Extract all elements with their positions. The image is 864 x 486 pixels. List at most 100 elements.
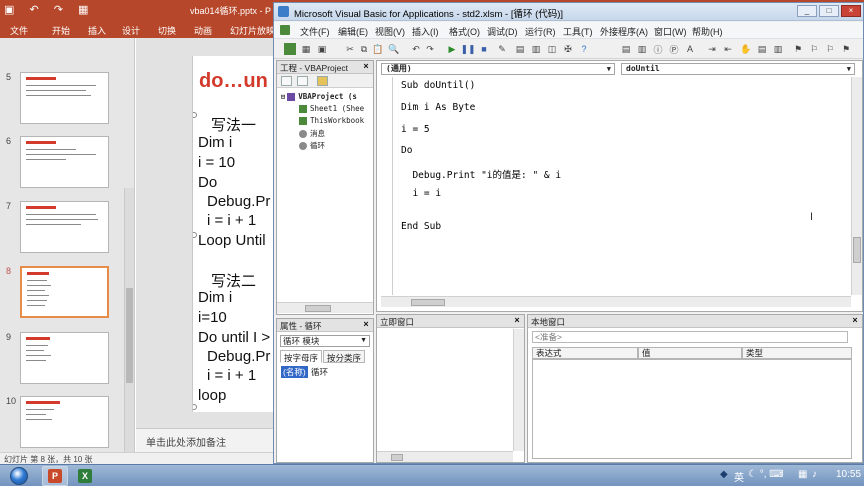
menu-window[interactable]: 窗口(W) bbox=[654, 25, 687, 38]
column-value[interactable]: 值 bbox=[638, 347, 742, 359]
slide-preview[interactable] bbox=[20, 396, 109, 448]
object-browser-icon[interactable]: ◫ bbox=[546, 43, 558, 55]
menu-insert[interactable]: 插入(I) bbox=[412, 25, 439, 38]
code-line[interactable]: End Sub bbox=[401, 221, 441, 232]
tray-icons[interactable]: ☾ °, ⌨ bbox=[748, 469, 784, 480]
properties-icon[interactable]: ▥ bbox=[530, 43, 542, 55]
tab-categorized[interactable]: 按分类序 bbox=[323, 350, 366, 363]
close-button[interactable]: × bbox=[841, 5, 861, 17]
menu-debug[interactable]: 调试(D) bbox=[487, 25, 518, 38]
tree-node-vbaproject[interactable]: ⊟ VBAProject (s bbox=[281, 92, 357, 101]
help-icon[interactable]: ? bbox=[578, 43, 590, 55]
quick-info-icon[interactable]: ⓘ bbox=[652, 43, 664, 55]
locals-grid[interactable] bbox=[532, 359, 852, 459]
tree-node-thisworkbook[interactable]: ThisWorkbook bbox=[299, 116, 364, 125]
notes-pane[interactable]: 单击此处添加备注 bbox=[136, 428, 276, 452]
menu-file[interactable]: 文件(F) bbox=[300, 25, 330, 38]
slide-preview[interactable] bbox=[20, 332, 109, 384]
parameter-info-icon[interactable]: Ⓟ bbox=[668, 43, 680, 55]
ime-icon[interactable]: ◆ bbox=[720, 469, 728, 480]
tab-animations[interactable]: 动画 bbox=[194, 24, 212, 37]
outdent-icon[interactable]: ⇤ bbox=[722, 43, 734, 55]
tab-transitions[interactable]: 切换 bbox=[158, 24, 176, 37]
start-button[interactable] bbox=[4, 466, 34, 486]
property-value[interactable]: 循环 bbox=[311, 366, 328, 378]
thumbnail-scrollbar[interactable] bbox=[124, 188, 134, 478]
tree-node-module-message[interactable]: 消息 bbox=[299, 128, 325, 139]
tree-node-module-loop[interactable]: 循环 bbox=[299, 140, 325, 151]
list-properties-icon[interactable]: ▤ bbox=[620, 43, 632, 55]
resize-handle[interactable] bbox=[193, 112, 197, 118]
resize-handle[interactable] bbox=[193, 232, 197, 238]
procedure-dropdown[interactable]: doUntil ▼ bbox=[621, 63, 855, 75]
tree-node-sheet1[interactable]: Sheet1 (Shee bbox=[299, 104, 364, 113]
project-hscrollbar[interactable] bbox=[277, 302, 373, 313]
insert-module-icon[interactable]: ▦ bbox=[300, 43, 312, 55]
view-excel-icon[interactable] bbox=[284, 43, 296, 55]
code-line[interactable]: Do bbox=[401, 145, 412, 156]
tab-insert[interactable]: 插入 bbox=[88, 24, 106, 37]
taskbar-powerpoint[interactable]: P bbox=[42, 466, 68, 486]
paste-icon[interactable]: 📋 bbox=[372, 43, 384, 55]
break-icon[interactable]: ❚❚ bbox=[460, 43, 475, 55]
previous-bookmark-icon[interactable]: ⚐ bbox=[824, 43, 836, 55]
menu-run[interactable]: 运行(R) bbox=[525, 25, 556, 38]
object-dropdown[interactable]: (通用) ▼ bbox=[381, 63, 615, 75]
code-line[interactable]: i = i bbox=[401, 188, 441, 199]
complete-word-icon[interactable]: A bbox=[684, 43, 696, 55]
menu-help[interactable]: 帮助(H) bbox=[692, 25, 723, 38]
copy-icon[interactable]: ⧉ bbox=[358, 43, 370, 55]
project-explorer-icon[interactable]: ▤ bbox=[514, 43, 526, 55]
slide-thumbnail[interactable]: 7 bbox=[0, 201, 124, 257]
list-constants-icon[interactable]: ▥ bbox=[636, 43, 648, 55]
uncomment-block-icon[interactable]: ▥ bbox=[772, 43, 784, 55]
clock[interactable]: 10:55 bbox=[836, 469, 861, 480]
close-icon[interactable]: × bbox=[361, 320, 371, 330]
menu-tools[interactable]: 工具(T) bbox=[563, 25, 593, 38]
tab-alphabetic[interactable]: 按字母序 bbox=[280, 350, 323, 363]
slide-preview[interactable] bbox=[20, 266, 109, 318]
next-bookmark-icon[interactable]: ⚐ bbox=[808, 43, 820, 55]
menu-addins[interactable]: 外接程序(A) bbox=[600, 25, 648, 38]
maximize-button[interactable]: □ bbox=[819, 5, 839, 17]
design-mode-icon[interactable]: ✎ bbox=[496, 43, 508, 55]
current-slide[interactable]: do…un 写法一 Dim i i = 10 Do Debug.Pr i = i… bbox=[192, 56, 276, 412]
slide-thumbnail[interactable]: 9 bbox=[0, 332, 124, 388]
code-line[interactable]: Debug.Print "i的值是: " & i bbox=[401, 167, 561, 181]
find-icon[interactable]: 🔍 bbox=[388, 43, 400, 55]
view-code-icon[interactable] bbox=[281, 76, 292, 86]
code-line[interactable]: Sub doUntil() bbox=[401, 80, 475, 91]
code-line[interactable]: i = 5 bbox=[401, 124, 430, 135]
immediate-hscrollbar[interactable] bbox=[377, 451, 513, 462]
redo-icon[interactable]: ↷ bbox=[424, 43, 436, 55]
locals-context-field[interactable]: <准备> bbox=[532, 331, 848, 343]
toggle-folders-icon[interactable] bbox=[317, 76, 328, 86]
slide-preview[interactable] bbox=[20, 72, 109, 124]
toolbox-icon[interactable]: ✠ bbox=[562, 43, 574, 55]
immediate-vscrollbar[interactable] bbox=[513, 329, 524, 451]
tab-design[interactable]: 设计 bbox=[122, 24, 140, 37]
code-line[interactable]: Dim i As Byte bbox=[401, 102, 475, 113]
taskbar-excel[interactable]: X bbox=[72, 466, 98, 486]
column-type[interactable]: 类型 bbox=[742, 347, 852, 359]
resize-handle[interactable] bbox=[193, 404, 197, 410]
vbe-title-bar[interactable]: Microsoft Visual Basic for Applications … bbox=[274, 3, 863, 21]
slide-thumbnail[interactable]: 5 bbox=[0, 72, 124, 128]
code-hscrollbar[interactable] bbox=[381, 296, 851, 307]
slide-preview[interactable] bbox=[20, 136, 109, 188]
immediate-window[interactable]: 立即窗口 × bbox=[376, 314, 525, 463]
volume-icon[interactable]: ♪ bbox=[812, 469, 817, 480]
tab-slideshow[interactable]: 幻灯片放映 bbox=[230, 24, 275, 37]
comment-block-icon[interactable]: ▤ bbox=[756, 43, 768, 55]
clear-bookmarks-icon[interactable]: ⚑ bbox=[840, 43, 852, 55]
run-icon[interactable]: ▶ bbox=[446, 43, 458, 55]
close-icon[interactable]: × bbox=[850, 316, 860, 326]
minimize-button[interactable]: _ bbox=[797, 5, 817, 17]
slide-thumbnail-active[interactable]: 8 bbox=[0, 266, 124, 322]
reset-icon[interactable]: ■ bbox=[478, 43, 490, 55]
slide-thumbnail[interactable]: 6 bbox=[0, 136, 124, 192]
properties-object-select[interactable]: 循环 模块 ▼ bbox=[280, 335, 370, 347]
close-icon[interactable]: × bbox=[512, 316, 522, 326]
tab-file[interactable]: 文件 bbox=[0, 24, 38, 37]
indent-icon[interactable]: ⇥ bbox=[706, 43, 718, 55]
